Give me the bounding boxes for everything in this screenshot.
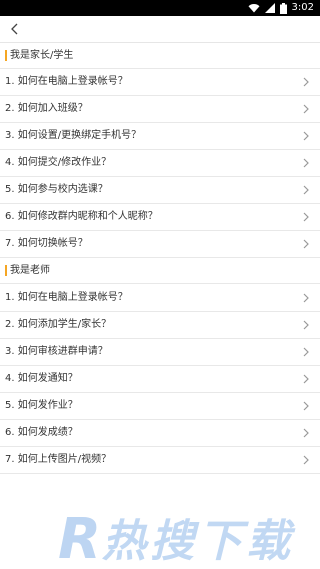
chevron-right-icon (303, 320, 309, 330)
battery-icon (279, 2, 287, 14)
faq-row[interactable]: 4. 如何发通知？ (0, 366, 320, 393)
faq-question: 3. 如何设置/更换绑定手机号？ (5, 130, 142, 141)
chevron-right-icon (303, 104, 309, 114)
faq-row[interactable]: 3. 如何设置/更换绑定手机号？ (0, 123, 320, 150)
watermark-logo: R 热搜下载 (58, 508, 296, 566)
faq-question: 7. 如何切换帐号？ (5, 238, 88, 249)
wifi-icon (248, 4, 260, 13)
chevron-right-icon (303, 185, 309, 195)
faq-question: 3. 如何审核进群申请？ (5, 346, 108, 357)
chevron-right-icon (303, 428, 309, 438)
faq-row[interactable]: 1. 如何在电脑上登录帐号？ (0, 69, 320, 96)
faq-question: 5. 如何发作业？ (5, 400, 78, 411)
chevron-right-icon (303, 455, 309, 465)
faq-row[interactable]: 7. 如何切换帐号？ (0, 231, 320, 258)
status-icons: 3:02 (248, 0, 314, 16)
back-arrow-icon (11, 23, 18, 35)
section-accent-bar (5, 50, 7, 61)
faq-question: 2. 如何加入班级？ (5, 103, 88, 114)
faq-question: 4. 如何发通知？ (5, 373, 78, 384)
faq-question: 1. 如何在电脑上登录帐号？ (5, 76, 128, 87)
section-accent-bar (5, 265, 7, 276)
faq-question: 1. 如何在电脑上登录帐号？ (5, 292, 128, 303)
chevron-right-icon (303, 158, 309, 168)
section-title: 我是老师 (10, 265, 50, 276)
section-title: 我是家长/学生 (10, 50, 74, 61)
section-header-teacher: 我是老师 (0, 258, 320, 284)
faq-row[interactable]: 4. 如何提交/修改作业？ (0, 150, 320, 177)
faq-row[interactable]: 2. 如何添加学生/家长？ (0, 312, 320, 339)
faq-row[interactable]: 6. 如何修改群内昵称和个人昵称？ (0, 204, 320, 231)
faq-question: 6. 如何发成绩？ (5, 427, 78, 438)
faq-question: 5. 如何参与校内选课？ (5, 184, 108, 195)
status-bar: 3:02 (0, 0, 320, 16)
chevron-right-icon (303, 347, 309, 357)
chevron-right-icon (303, 401, 309, 411)
watermark-brand-letter: R (58, 508, 101, 566)
signal-icon (264, 3, 275, 13)
chevron-right-icon (303, 239, 309, 249)
watermark-text: 热搜下载 (102, 516, 296, 566)
chevron-right-icon (303, 212, 309, 222)
chevron-right-icon (303, 293, 309, 303)
faq-question: 6. 如何修改群内昵称和个人昵称？ (5, 211, 158, 222)
faq-row[interactable]: 5. 如何参与校内选课？ (0, 177, 320, 204)
faq-row[interactable]: 3. 如何审核进群申请？ (0, 339, 320, 366)
faq-question: 7. 如何上传图片/视频？ (5, 454, 112, 465)
faq-question: 2. 如何添加学生/家长？ (5, 319, 112, 330)
chevron-right-icon (303, 374, 309, 384)
chevron-right-icon (303, 131, 309, 141)
faq-row[interactable]: 7. 如何上传图片/视频？ (0, 447, 320, 474)
faq-question: 4. 如何提交/修改作业？ (5, 157, 112, 168)
nav-bar (0, 16, 320, 42)
back-button[interactable] (2, 16, 28, 42)
faq-row[interactable]: 1. 如何在电脑上登录帐号？ (0, 285, 320, 312)
section-header-parent-student: 我是家长/学生 (0, 43, 320, 69)
status-time: 3:02 (291, 2, 314, 13)
chevron-right-icon (303, 77, 309, 87)
faq-row[interactable]: 6. 如何发成绩？ (0, 420, 320, 447)
faq-row[interactable]: 2. 如何加入班级？ (0, 96, 320, 123)
faq-row[interactable]: 5. 如何发作业？ (0, 393, 320, 420)
